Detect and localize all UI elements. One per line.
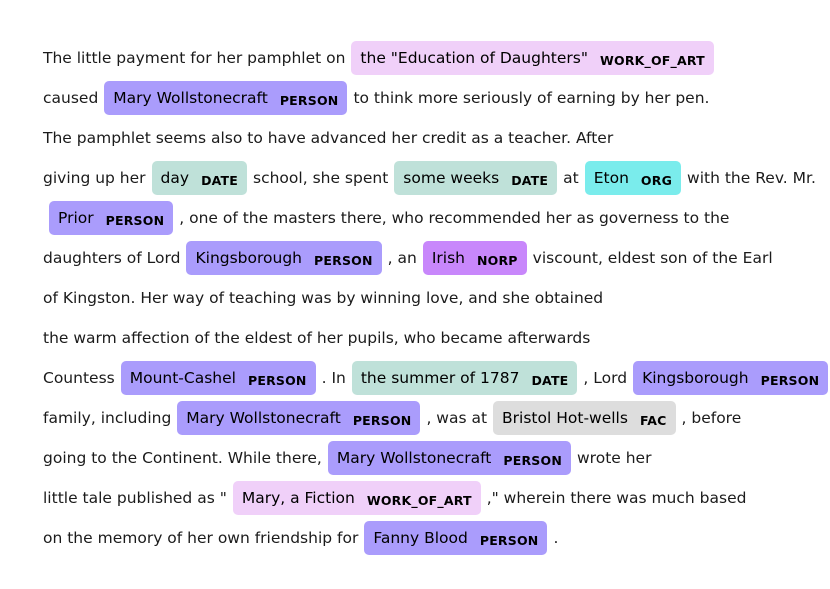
text-line: The little payment for her pamphlet on th… bbox=[43, 38, 823, 78]
text-span: ," wherein there was much based bbox=[486, 489, 747, 507]
text-span: little tale published as " bbox=[43, 489, 227, 507]
text-line: the warm affection of the eldest of her … bbox=[43, 318, 823, 358]
text-span: going to the Continent. While there, bbox=[43, 449, 322, 467]
text-span: , was at bbox=[426, 409, 488, 427]
text-line: going to the Continent. While there, Mary… bbox=[43, 438, 823, 478]
entity-text: Mary Wollstonecraft bbox=[186, 409, 341, 427]
entity-person: Kingsborough PERSON bbox=[633, 361, 829, 395]
entity-text: some weeks bbox=[403, 169, 500, 187]
text-line: Prior PERSON , one of the masters there, w… bbox=[43, 198, 823, 238]
entity-label: WORK_OF_ART bbox=[366, 493, 472, 508]
entity-text: Mary, a Fiction bbox=[241, 489, 355, 507]
entity-text: the summer of 1787 bbox=[360, 369, 520, 387]
text-span: giving up her bbox=[43, 169, 146, 187]
entity-label: PERSON bbox=[105, 213, 165, 228]
text-line: daughters of Lord Kingsborough PERSON , an I… bbox=[43, 238, 823, 278]
entity-text: Eton bbox=[593, 169, 629, 187]
text-span: , an bbox=[387, 249, 417, 267]
text-line: caused Mary Wollstonecraft PERSON to think … bbox=[43, 78, 823, 118]
text-span: with the Rev. Mr. bbox=[687, 169, 816, 187]
entity-text: Prior bbox=[58, 209, 94, 227]
entity-label: PERSON bbox=[352, 413, 412, 428]
text-span: at bbox=[563, 169, 579, 187]
entity-person: Fanny Blood PERSON bbox=[364, 521, 548, 555]
text-line: giving up her day DATE school, she spent som… bbox=[43, 158, 823, 198]
entity-date: the summer of 1787 DATE bbox=[351, 361, 578, 395]
entity-label: DATE bbox=[201, 173, 239, 188]
entity-text: Mount-Cashel bbox=[129, 369, 236, 387]
entity-person: Kingsborough PERSON bbox=[186, 241, 382, 275]
entity-person: Mary Wollstonecraft PERSON bbox=[177, 401, 421, 435]
entity-label: PERSON bbox=[503, 453, 562, 468]
text-line: on the memory of her own friendship for F… bbox=[43, 518, 823, 558]
entity-norp: Irish NORP bbox=[422, 241, 527, 275]
text-span: viscount, eldest son of the Earl bbox=[532, 249, 773, 267]
entity-work-of-art: the "Education of Daughters" WORK_OF_ART bbox=[351, 41, 714, 75]
entity-text: Mary Wollstonecraft bbox=[113, 89, 268, 107]
text-span: , one of the masters there, who recommen… bbox=[179, 209, 730, 227]
entity-label: PERSON bbox=[279, 93, 339, 108]
entity-text: Mary Wollstonecraft bbox=[336, 449, 492, 467]
entity-person: Mount-Cashel PERSON bbox=[120, 361, 316, 395]
text-span: , before bbox=[681, 409, 742, 427]
text-span: Countess bbox=[43, 369, 115, 387]
text-span: The little payment for her pamphlet on bbox=[43, 49, 346, 67]
entity-label: DATE bbox=[531, 373, 569, 388]
entity-text: Bristol Hot-wells bbox=[502, 409, 628, 427]
entity-date: day DATE bbox=[151, 161, 248, 195]
text-span: wrote her bbox=[577, 449, 652, 467]
entity-label: PERSON bbox=[479, 533, 539, 548]
text-span: on the memory of her own friendship for bbox=[43, 529, 359, 547]
text-span: the warm affection of the eldest of her … bbox=[43, 329, 591, 347]
entity-text: day bbox=[160, 169, 190, 187]
ner-document: The little payment for her pamphlet on th… bbox=[0, 0, 829, 558]
text-span: family, including bbox=[43, 409, 172, 427]
text-line: little tale published as " Mary, a Fictio… bbox=[43, 478, 823, 518]
text-span: of Kingston. Her way of teaching was by … bbox=[43, 289, 604, 307]
entity-work-of-art: Mary, a Fiction WORK_OF_ART bbox=[232, 481, 481, 515]
entity-text: Irish bbox=[431, 249, 465, 267]
entity-label: WORK_OF_ART bbox=[600, 53, 705, 68]
entity-label: PERSON bbox=[247, 373, 307, 388]
entity-label: PERSON bbox=[314, 253, 373, 268]
entity-org: Eton ORG bbox=[584, 161, 682, 195]
entity-text: Kingsborough bbox=[195, 249, 303, 267]
entity-text: Fanny Blood bbox=[373, 529, 468, 547]
entity-label: FAC bbox=[639, 413, 667, 428]
text-line: The pamphlet seems also to have advanced… bbox=[43, 118, 823, 158]
entity-person: Prior PERSON bbox=[49, 201, 174, 235]
text-span: caused bbox=[43, 89, 99, 107]
entity-label: NORP bbox=[476, 253, 518, 268]
text-line: of Kingston. Her way of teaching was by … bbox=[43, 278, 823, 318]
entity-text: Kingsborough bbox=[642, 369, 749, 387]
entity-fac: Bristol Hot-wells FAC bbox=[493, 401, 676, 435]
entity-person: Mary Wollstonecraft PERSON bbox=[104, 81, 348, 115]
text-span: . bbox=[553, 529, 559, 547]
text-line: Countess Mount-Cashel PERSON . In the summer… bbox=[43, 358, 829, 398]
entity-date: some weeks DATE bbox=[394, 161, 558, 195]
text-span: to think more seriously of earning by he… bbox=[353, 89, 710, 107]
text-span: school, she spent bbox=[253, 169, 389, 187]
text-span: The pamphlet seems also to have advanced… bbox=[43, 129, 614, 147]
entity-person: Mary Wollstonecraft PERSON bbox=[327, 441, 571, 475]
text-span: daughters of Lord bbox=[43, 249, 181, 267]
entity-text: the "Education of Daughters" bbox=[360, 49, 588, 67]
entity-label: ORG bbox=[640, 173, 673, 188]
text-span: , Lord bbox=[583, 369, 628, 387]
text-span: . In bbox=[321, 369, 346, 387]
text-line: family, including Mary Wollstonecraft PERS… bbox=[43, 398, 823, 438]
entity-label: PERSON bbox=[760, 373, 820, 388]
entity-label: DATE bbox=[511, 173, 549, 188]
